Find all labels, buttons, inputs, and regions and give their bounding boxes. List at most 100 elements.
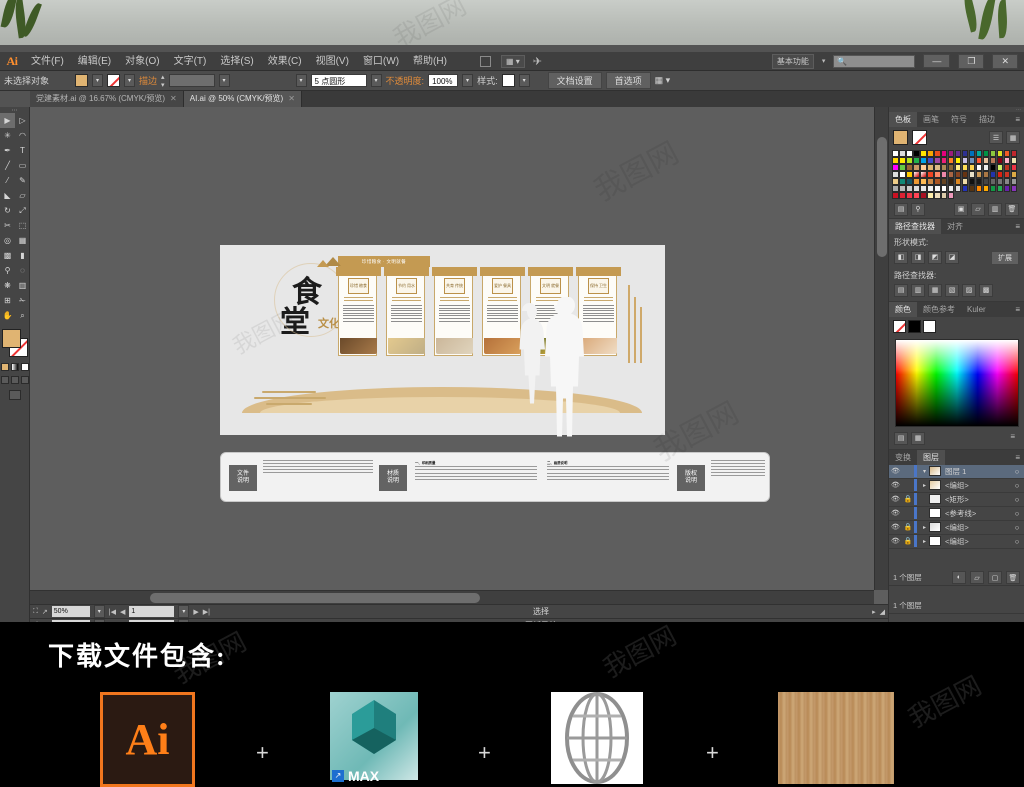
expand-button[interactable]: 扩展	[991, 250, 1019, 265]
lock-icon[interactable]: 🔒	[902, 523, 914, 531]
minus-front-icon[interactable]: ◨	[911, 250, 925, 264]
stroke-swatch[interactable]	[107, 74, 121, 87]
tab-align[interactable]: 对齐	[941, 219, 969, 234]
gradient-tool[interactable]: ▮	[15, 248, 30, 263]
column-graph-tool[interactable]: ▥	[15, 278, 30, 293]
menu-object[interactable]: 对象(O)	[118, 52, 166, 71]
menu-window[interactable]: 窗口(W)	[356, 52, 406, 71]
panel-menu-icon[interactable]: ≡	[1015, 453, 1024, 462]
menu-help[interactable]: 帮助(H)	[406, 52, 454, 71]
symbol-sprayer-tool[interactable]: ❋	[0, 278, 15, 293]
current-stroke-swatch[interactable]	[912, 130, 927, 145]
show-swatch-kinds-icon[interactable]: ⚲	[911, 202, 925, 216]
eyedropper-tool[interactable]: ⚲	[0, 263, 15, 278]
stroke-dropdown-icon[interactable]: ▾	[124, 74, 136, 87]
workspace-selector[interactable]: 基本功能	[771, 53, 814, 69]
stroke-weight-field[interactable]	[168, 74, 215, 87]
stroke-profile-dropdown-icon[interactable]: ▾	[295, 74, 307, 87]
zoom-dropdown-icon[interactable]: ▾	[93, 605, 105, 618]
tab-pathfinder[interactable]: 路径查找器	[889, 218, 941, 234]
delete-layer-icon[interactable]: 🗑	[1006, 571, 1020, 584]
tab-layers[interactable]: 图层	[917, 449, 945, 465]
swatch-options-icon[interactable]: ▣	[954, 202, 968, 216]
perspective-grid-tool[interactable]: ▦	[15, 233, 30, 248]
scrollbar-thumb[interactable]	[877, 137, 887, 257]
stroke-profile-field[interactable]	[233, 74, 292, 87]
swatch-grid[interactable]	[889, 148, 1024, 201]
canvas-area[interactable]: 食 堂 文化 珍惜粮食 · 文明就餐 珍惜 粮食 节约 用水 共育 传统 爱护 …	[30, 107, 888, 604]
close-icon[interactable]: ✕	[288, 91, 295, 107]
artwork-info-box[interactable]: 文件 说明 材质 说明 一、印刷质量 二、画质说明 版权 说明	[220, 452, 770, 502]
tab-kuler[interactable]: Kuler	[961, 302, 992, 317]
color-white-swatch[interactable]	[923, 319, 936, 333]
brush-dropdown-icon[interactable]: ▾	[370, 74, 382, 87]
target-circle-icon[interactable]: ○	[1010, 523, 1024, 532]
draw-inside-icon[interactable]	[20, 376, 29, 384]
width-tool[interactable]: ✂	[0, 218, 15, 233]
color-none-swatch[interactable]	[893, 319, 906, 333]
color-spectrum[interactable]	[894, 338, 1019, 427]
gradient-button[interactable]	[10, 363, 19, 371]
color-panel-menu-icon[interactable]: ≡	[1010, 432, 1019, 445]
tab-stroke[interactable]: 描边	[973, 112, 1001, 127]
current-fill-swatch[interactable]	[893, 130, 908, 145]
artboard-tool[interactable]: ⊞	[0, 293, 15, 308]
trim-icon[interactable]: ▥	[911, 283, 925, 297]
artboard-number-field[interactable]: 1	[129, 606, 175, 617]
maximize-button[interactable]: ❐	[958, 53, 985, 69]
line-segment-tool[interactable]: ╱	[0, 158, 15, 173]
new-sublayer-icon[interactable]: ▱	[970, 571, 984, 584]
eye-icon[interactable]: 👁	[889, 495, 902, 503]
lock-icon[interactable]: 🔒	[902, 537, 914, 545]
color-mode-icon[interactable]: ▤	[894, 431, 908, 445]
panel-menu-icon[interactable]: ≡	[1015, 305, 1024, 314]
scrollbar-thumb[interactable]	[150, 593, 480, 603]
exclude-icon[interactable]: ◪	[945, 250, 959, 264]
color-ramp-icon[interactable]: ▦	[911, 431, 925, 445]
canvas-horizontal-scrollbar[interactable]	[30, 590, 874, 604]
new-swatch-icon[interactable]: ▥	[988, 202, 1002, 216]
toolbox-fill-swatch[interactable]	[1, 329, 21, 348]
grid-view-icon[interactable]: ▦	[1006, 131, 1020, 144]
target-circle-icon[interactable]: ○	[1010, 467, 1024, 476]
menu-select[interactable]: 选择(S)	[213, 52, 260, 71]
paintbrush-tool[interactable]: ⁄	[0, 173, 15, 188]
zoom-level-field[interactable]: 50%	[51, 606, 90, 617]
tab-swatches[interactable]: 色板	[889, 112, 917, 127]
menu-edit[interactable]: 编辑(E)	[71, 52, 118, 71]
lasso-tool[interactable]: ◠	[15, 128, 30, 143]
eye-icon[interactable]: 👁	[889, 481, 902, 489]
artboard-dropdown-icon[interactable]: ▾	[178, 605, 190, 618]
opacity-field[interactable]: 100%	[428, 74, 459, 87]
unite-icon[interactable]: ◧	[894, 250, 908, 264]
new-layer-icon[interactable]: ▢	[988, 571, 1002, 584]
divide-icon[interactable]: ▤	[894, 283, 908, 297]
mesh-tool[interactable]: ▩	[0, 248, 15, 263]
draw-behind-icon[interactable]	[10, 376, 19, 384]
last-artboard-icon[interactable]: ▶|	[203, 608, 210, 616]
menu-effect[interactable]: 效果(C)	[261, 52, 309, 71]
zoom-tool[interactable]: ⌕	[15, 308, 30, 323]
tab-color[interactable]: 颜色	[889, 301, 917, 317]
panel-menu-icon[interactable]: ≡	[1015, 222, 1024, 231]
make-clipping-mask-icon[interactable]: ◐	[952, 571, 966, 584]
chevron-down-icon[interactable]: ▾	[920, 468, 929, 475]
none-button[interactable]	[20, 363, 29, 371]
minus-back-icon[interactable]: ▩	[979, 283, 993, 297]
merge-icon[interactable]: ▦	[928, 283, 942, 297]
style-dropdown-icon[interactable]: ▾	[518, 74, 530, 87]
prev-artboard-icon[interactable]: ◀	[120, 608, 125, 616]
target-circle-icon[interactable]: ○	[1010, 537, 1024, 546]
type-tool[interactable]: T	[15, 143, 30, 158]
new-color-group-icon[interactable]: ▱	[971, 202, 985, 216]
layer-row-4[interactable]: 👁 🔒 ▸ <编组> ○	[889, 521, 1024, 535]
fill-dropdown-icon[interactable]: ▾	[92, 74, 104, 87]
direct-selection-tool[interactable]: ▷	[15, 113, 30, 128]
status-menu-icon[interactable]: ▸	[872, 608, 876, 616]
tab-brushes[interactable]: 画笔	[917, 112, 945, 127]
pen-tool[interactable]: ✒	[0, 143, 15, 158]
stroke-stepper[interactable]: ▴ ▾	[161, 73, 165, 89]
free-transform-tool[interactable]: ⬚	[15, 218, 30, 233]
color-button[interactable]	[0, 363, 9, 371]
close-icon[interactable]: ✕	[170, 91, 177, 107]
